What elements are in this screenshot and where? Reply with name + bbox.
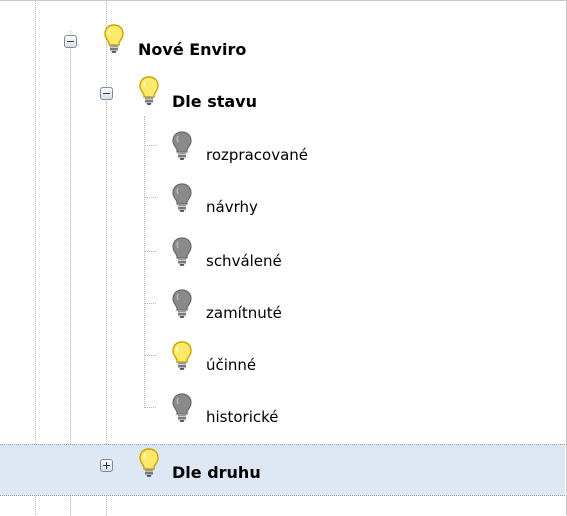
tree-node-zamitnute[interactable]: zamítnuté bbox=[0, 288, 565, 340]
collapse-toggle[interactable] bbox=[100, 87, 113, 100]
tree-node-label: historické bbox=[206, 408, 279, 426]
tree-node-label: zamítnuté bbox=[206, 304, 282, 322]
bulb-lit-icon bbox=[138, 76, 160, 106]
tree-node-label: Dle stavu bbox=[172, 92, 257, 111]
expand-toggle[interactable] bbox=[100, 459, 113, 472]
tree-node-dle-druhu[interactable]: Dle druhu bbox=[0, 444, 565, 496]
bulb-off-icon bbox=[171, 183, 193, 213]
bulb-lit-icon bbox=[171, 341, 193, 371]
tree-node-nove-enviro[interactable]: Nové Enviro bbox=[0, 23, 565, 75]
bulb-off-icon bbox=[171, 237, 193, 267]
tree-node-label: Dle druhu bbox=[172, 463, 261, 482]
tree-node-label: rozpracované bbox=[206, 146, 308, 164]
tree-node-label: Nové Enviro bbox=[138, 40, 247, 59]
bulb-lit-icon bbox=[103, 24, 125, 54]
tree-node-schvalene[interactable]: schválené bbox=[0, 236, 565, 288]
tree-node-dle-stavu[interactable]: Dle stavu bbox=[0, 75, 565, 127]
bulb-off-icon bbox=[171, 289, 193, 319]
tree-node-navrhy[interactable]: návrhy bbox=[0, 182, 565, 234]
tree-node-ucinne[interactable]: účinné bbox=[0, 340, 565, 392]
tree-node-rozpracovane[interactable]: rozpracované bbox=[0, 130, 565, 182]
bulb-off-icon bbox=[171, 131, 193, 161]
bulb-lit-icon bbox=[138, 448, 160, 478]
tree-node-historicke[interactable]: historické bbox=[0, 392, 565, 444]
tree-node-label: návrhy bbox=[206, 198, 258, 216]
tree-node-label: účinné bbox=[206, 356, 257, 374]
bulb-off-icon bbox=[171, 393, 193, 423]
collapse-toggle[interactable] bbox=[64, 35, 77, 48]
tree-node-label: schválené bbox=[206, 252, 282, 270]
tree-view: Nové Enviro Dle stavu rozpracované návrh… bbox=[0, 0, 567, 516]
